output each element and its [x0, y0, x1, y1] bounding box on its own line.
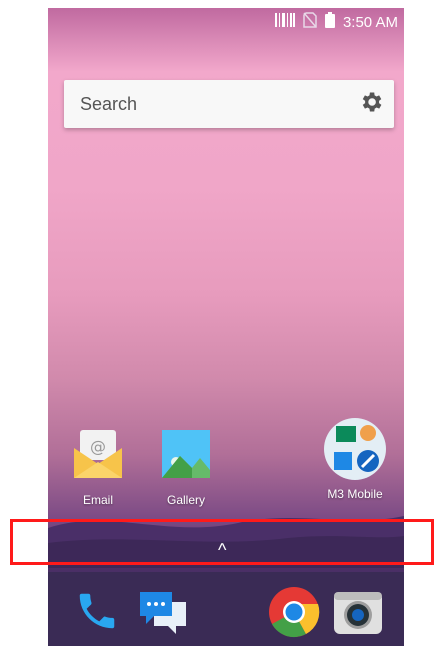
search-bar[interactable]: Search	[64, 80, 394, 128]
app-label-m3-mobile: M3 Mobile	[327, 487, 383, 501]
camera-icon[interactable]	[332, 588, 384, 641]
battery-icon	[324, 12, 335, 32]
status-time: 3:50 AM	[342, 13, 398, 31]
app-row: @ Email Gallery M3 Mobile	[48, 418, 404, 526]
dock	[48, 572, 404, 646]
gallery-icon	[158, 430, 214, 486]
highlight-frame	[10, 519, 434, 565]
status-bar: 3:50 AM	[48, 8, 404, 36]
svg-text:@: @	[90, 437, 106, 456]
search-label: Search	[80, 93, 138, 114]
barcode-icon	[274, 13, 295, 31]
gear-icon[interactable]	[358, 89, 384, 120]
app-label-gallery: Gallery	[166, 493, 205, 507]
messaging-icon[interactable]	[136, 588, 190, 643]
app-gallery[interactable]: Gallery	[151, 426, 221, 507]
m3-mobile-folder-icon	[322, 418, 388, 486]
chrome-icon[interactable]	[268, 586, 320, 643]
app-label-email: Email	[82, 493, 113, 507]
app-folder-m3-mobile[interactable]: M3 Mobile	[320, 416, 390, 501]
no-sim-icon	[303, 12, 317, 32]
phone-icon[interactable]	[74, 588, 120, 639]
app-email[interactable]: @ Email	[63, 426, 133, 507]
email-icon: @	[70, 430, 126, 486]
